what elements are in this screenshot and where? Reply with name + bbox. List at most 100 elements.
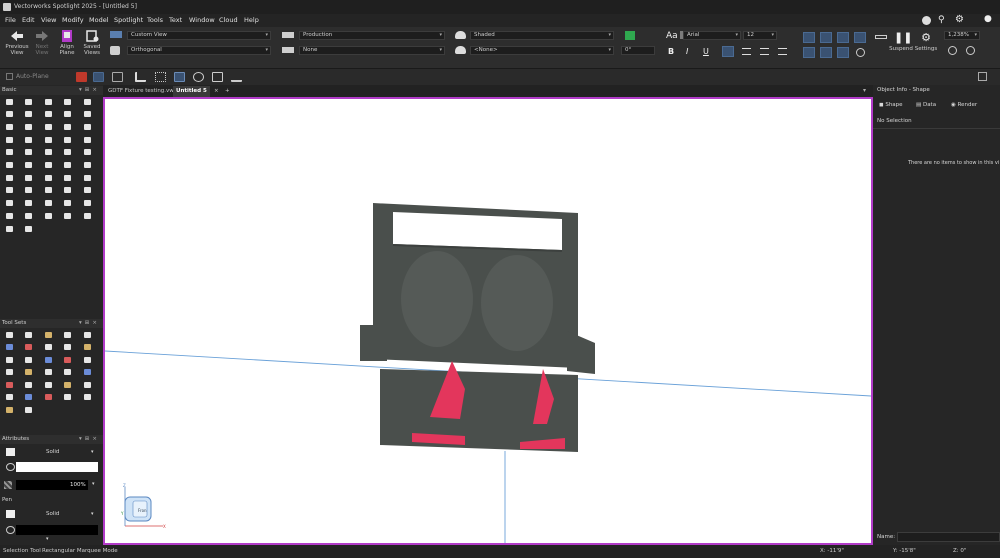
loci-tool-icon[interactable] [63, 110, 73, 119]
scale-tool-icon[interactable] [4, 173, 14, 182]
pan-tool-icon[interactable] [24, 97, 34, 106]
video-tool-icon[interactable] [43, 330, 53, 339]
snap-intersection-button[interactable] [854, 32, 866, 43]
reshape-tool-icon[interactable] [43, 161, 53, 170]
tab-gdtf-fixture-testing[interactable]: GDTF Fixture testing.vwx [105, 86, 180, 97]
speaker-tool-icon[interactable] [24, 380, 34, 389]
name-field[interactable] [897, 532, 1000, 542]
layer-dropdown[interactable]: None ▾ [299, 46, 445, 55]
fill-dropdown-icon[interactable]: ▾ [91, 449, 94, 455]
attributes-scroll-icon[interactable]: ▾ [46, 536, 49, 542]
fill-color-swatch[interactable] [16, 462, 98, 472]
font-size-dropdown[interactable]: 12 ▾ [743, 31, 777, 40]
zoom-in-icon[interactable] [948, 46, 957, 55]
angle-field[interactable]: 0° [621, 46, 655, 55]
settings-button[interactable]: ⚙ Settings [914, 32, 938, 53]
lighting-tool-icon[interactable] [82, 330, 92, 339]
tape-tool-icon[interactable] [4, 199, 14, 208]
slab-tool-icon[interactable] [24, 211, 34, 220]
screen-tool-icon[interactable] [63, 380, 73, 389]
menu-text[interactable]: Text [169, 16, 182, 24]
regular-polygon-tool-icon[interactable] [4, 148, 14, 157]
menu-cloud[interactable]: Cloud [219, 16, 238, 24]
next-view-button[interactable]: Next View [32, 30, 52, 56]
snap-point-button[interactable] [837, 47, 849, 58]
font-dropdown[interactable]: Arial ▾ [683, 31, 741, 40]
rounded-rect-tool-icon[interactable] [24, 122, 34, 131]
pen-dropdown-icon[interactable]: ▾ [91, 511, 94, 517]
mode-collapse-icon[interactable] [978, 72, 987, 81]
power-tool-icon[interactable] [43, 355, 53, 364]
rigging-tool-icon[interactable] [4, 330, 14, 339]
italic-button[interactable]: I [686, 47, 688, 56]
snap-edge-icon[interactable] [856, 48, 865, 57]
join-tool-icon[interactable] [24, 186, 34, 195]
pen-style-label[interactable]: Solid [46, 511, 59, 517]
navigation-cube[interactable]: Fron X Y Z [120, 483, 166, 529]
auto-plane-checkbox[interactable] [6, 73, 13, 80]
rectangle-tool-icon[interactable] [4, 122, 14, 131]
door-tool-icon[interactable] [82, 199, 92, 208]
selection-tool-icon[interactable] [4, 97, 14, 106]
eyedropper-tool-icon[interactable] [4, 110, 14, 119]
tab-shape[interactable]: ◼ Shape [879, 102, 903, 108]
camera-tool-icon[interactable] [4, 224, 14, 233]
opacity-stepper-icon[interactable]: ▾ [92, 481, 95, 487]
notifications-icon[interactable] [922, 16, 931, 25]
panel-tool-icon[interactable] [63, 393, 73, 402]
fill-style-label[interactable]: Solid [46, 449, 59, 455]
tabs-dropdown-icon[interactable]: ▾ [863, 87, 866, 94]
mode-lasso-button[interactable] [112, 72, 123, 82]
snap-angle-button[interactable] [837, 32, 849, 43]
push-pull-tool-icon[interactable] [43, 148, 53, 157]
mode-polygon-select-button[interactable] [193, 72, 204, 82]
mode-rectangular-marquee-button[interactable] [93, 72, 104, 82]
menu-window[interactable]: Window [189, 16, 215, 24]
polygon-tool-icon[interactable] [82, 135, 92, 144]
justify-icon[interactable] [778, 48, 787, 55]
spot-tool-icon[interactable] [63, 330, 73, 339]
polyline-tool-icon[interactable] [24, 135, 34, 144]
focus-tool-icon[interactable] [43, 343, 53, 352]
menu-edit[interactable]: Edit [22, 16, 35, 24]
settings-tool-icon[interactable] [24, 405, 34, 414]
attribute-tool-icon[interactable] [63, 186, 73, 195]
snap-tangent-button[interactable] [820, 47, 832, 58]
render-tool-icon[interactable] [24, 224, 34, 233]
mode-rectangle-select-button[interactable] [174, 72, 185, 82]
wall-tool-icon[interactable] [63, 199, 73, 208]
fillet-tool-icon[interactable] [82, 148, 92, 157]
measure-tool-icon[interactable] [43, 110, 53, 119]
tab-close-icon[interactable]: × [211, 86, 222, 97]
zoom-field[interactable]: 1,238% ▾ [944, 31, 980, 40]
stretch-tool-icon[interactable] [82, 186, 92, 195]
mode-axis-button[interactable] [135, 72, 146, 82]
wire-tool-icon[interactable] [4, 368, 14, 377]
mode-move-button[interactable] [155, 72, 166, 82]
align-plane-button[interactable]: Align Plane [56, 30, 78, 56]
snap-object-button[interactable] [820, 32, 832, 43]
load-tool-icon[interactable] [63, 368, 73, 377]
menu-tools[interactable]: Tools [147, 16, 163, 24]
seat-tool-icon[interactable] [4, 380, 14, 389]
tab-data[interactable]: ▤ Data [916, 102, 936, 108]
instrument-tool-icon[interactable] [4, 343, 14, 352]
menu-file[interactable]: File [5, 16, 16, 24]
move-tool-icon[interactable] [24, 173, 34, 182]
pen-color-swatch[interactable] [16, 525, 98, 535]
light-tool-icon[interactable] [82, 211, 92, 220]
text-tool-icon[interactable] [82, 97, 92, 106]
cable-tool-icon[interactable] [24, 343, 34, 352]
trim-tool-icon[interactable] [43, 173, 53, 182]
scenic-tool-icon[interactable] [24, 355, 34, 364]
align-left-button[interactable] [722, 46, 734, 57]
camera-ts-tool-icon[interactable] [24, 393, 34, 402]
zoom-tool-icon[interactable] [63, 97, 73, 106]
drawing-canvas[interactable]: Fron X Y Z [105, 99, 871, 543]
distro-tool-icon[interactable] [82, 355, 92, 364]
tab-render[interactable]: ◉ Render [951, 102, 977, 108]
render-mode-dropdown[interactable]: Shaded ▾ [470, 31, 614, 40]
mode-options-button[interactable] [231, 72, 242, 82]
oval-tool-icon[interactable] [63, 122, 73, 131]
window-tool-icon[interactable] [4, 211, 14, 220]
